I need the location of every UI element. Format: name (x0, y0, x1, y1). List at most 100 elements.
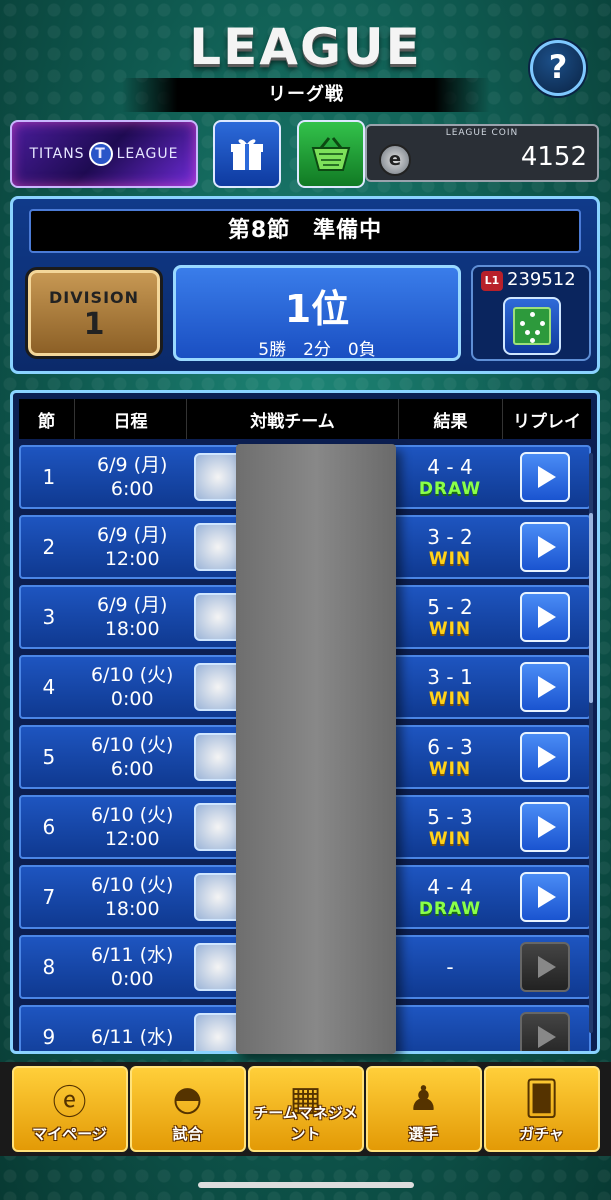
match-result: 5 - 3 WIN (398, 797, 501, 857)
rank-value: 1位 (284, 287, 350, 331)
stadium-icon: ◓ (172, 1079, 203, 1119)
gift-icon (231, 139, 263, 170)
header-result: 結果 (399, 399, 503, 439)
replay-cell (502, 587, 589, 647)
league-coin-panel: LEAGUE COIN e 4152 (365, 124, 599, 182)
shop-basket-button[interactable] (297, 120, 365, 188)
cards-icon: 🂠 (524, 1079, 559, 1119)
match-schedule: 6/11 (水) (77, 1007, 188, 1051)
match-schedule: 6/10 (火) 0:00 (77, 657, 188, 717)
team-emblem-icon (193, 453, 242, 501)
division-value: 1 (83, 307, 105, 342)
nav-button-formation[interactable]: ▦ チームマネジメント (247, 1066, 364, 1152)
league-status-panel: 第8節 準備中 DIVISION 1 1位 5勝 2分 0負 L1 239512 (10, 196, 600, 374)
match-date: 6/10 (火) (90, 874, 174, 896)
team-emblem-icon (193, 523, 242, 571)
nav-label: 選手 (408, 1125, 439, 1143)
match-time: 6:00 (110, 758, 154, 780)
match-outcome: DRAW (418, 479, 482, 499)
match-date: 6/9 (月) (96, 594, 168, 616)
round-number: 7 (42, 885, 56, 909)
team-strength-value: 239512 (507, 269, 576, 290)
match-date: 6/11 (水) (90, 944, 174, 966)
nav-button-players[interactable]: ♟ 選手 (365, 1066, 482, 1152)
division-badge: DIVISION 1 (25, 267, 163, 359)
team-strength-area: L1 239512 (471, 265, 591, 361)
match-time: 18:00 (104, 898, 160, 920)
bottom-navigation: ⓔ マイページ ◓ 試合 ▦ チームマネジメント ♟ 選手 🂠 ガチャ (0, 1062, 611, 1156)
home-indicator (198, 1182, 414, 1188)
match-result (398, 1007, 501, 1051)
replay-button[interactable] (520, 662, 571, 712)
formation-button[interactable] (503, 297, 561, 355)
match-score: 4 - 4 (427, 875, 473, 899)
banner-text-left: TITANS (29, 146, 85, 162)
match-result: 4 - 4 DRAW (398, 867, 501, 927)
play-icon (538, 886, 557, 908)
play-icon (538, 956, 557, 978)
match-schedule: 6/10 (火) 12:00 (77, 797, 188, 857)
match-time: 12:00 (104, 828, 160, 850)
match-score: 5 - 3 (427, 805, 473, 829)
match-score: 6 - 3 (427, 735, 473, 759)
team-emblem-icon (193, 733, 242, 781)
team-emblem-icon (193, 663, 242, 711)
nav-button-stadium[interactable]: ◓ 試合 (129, 1066, 246, 1152)
titans-logo-icon: T (88, 142, 113, 166)
match-time: 12:00 (104, 548, 160, 570)
replay-button[interactable] (520, 802, 571, 852)
replay-button[interactable] (520, 522, 571, 572)
round-number: 3 (42, 605, 56, 629)
coin-label: LEAGUE COIN (445, 128, 519, 138)
match-schedule: 6/9 (月) 18:00 (77, 587, 188, 647)
replay-button[interactable] (520, 872, 571, 922)
e-logo-icon: ⓔ (52, 1082, 87, 1123)
page-subtitle: リーグ戦 (122, 78, 490, 112)
table-header: 節 日程 対戦チーム 結果 リプレイ (19, 399, 591, 439)
replay-cell (502, 797, 589, 857)
basket-icon (311, 137, 351, 171)
replay-button[interactable] (520, 942, 571, 992)
match-result: 6 - 3 WIN (398, 727, 501, 787)
play-icon (538, 676, 557, 698)
round-number: 6 (42, 815, 56, 839)
match-schedule: 6/10 (火) 6:00 (77, 727, 188, 787)
replay-button[interactable] (520, 1012, 571, 1051)
team-emblem-icon (193, 873, 242, 921)
replay-button[interactable] (520, 452, 571, 502)
match-time: 6:00 (110, 478, 154, 500)
nav-button-e-logo[interactable]: ⓔ マイページ (11, 1066, 128, 1152)
header-opponent: 対戦チーム (187, 399, 399, 439)
match-date: 6/9 (月) (96, 524, 168, 546)
banner-text-right: LEAGUE (116, 146, 179, 162)
replay-button[interactable] (520, 732, 571, 782)
match-schedule: 6/10 (火) 18:00 (77, 867, 188, 927)
players-icon: ♟ (408, 1079, 439, 1119)
match-schedule: 6/9 (月) 6:00 (77, 447, 188, 507)
match-score: - (446, 955, 454, 979)
nav-label: マイページ (32, 1125, 107, 1143)
nav-button-cards[interactable]: 🂠 ガチャ (483, 1066, 600, 1152)
match-time: 0:00 (110, 968, 154, 990)
help-button[interactable]: ? (530, 40, 586, 96)
replay-cell (502, 727, 589, 787)
gift-button[interactable] (213, 120, 281, 188)
formation-pitch-icon (513, 307, 551, 345)
play-icon (538, 746, 557, 768)
match-score: 4 - 4 (427, 455, 473, 479)
team-emblem-icon (193, 803, 242, 851)
round-number: 1 (42, 465, 56, 489)
match-time: 0:00 (110, 688, 154, 710)
play-icon (538, 816, 557, 838)
table-scrollbar[interactable] (589, 453, 593, 1033)
replay-button[interactable] (520, 592, 571, 642)
match-score: 3 - 2 (427, 525, 473, 549)
page-title: LEAGUE (189, 18, 422, 76)
header-schedule: 日程 (75, 399, 187, 439)
match-date: 6/9 (月) (96, 454, 168, 476)
match-result: 4 - 4 DRAW (398, 447, 501, 507)
match-result: 3 - 1 WIN (398, 657, 501, 717)
match-time: 18:00 (104, 618, 160, 640)
titans-league-banner[interactable]: TITANS T LEAGUE (10, 120, 198, 188)
play-icon (538, 536, 557, 558)
